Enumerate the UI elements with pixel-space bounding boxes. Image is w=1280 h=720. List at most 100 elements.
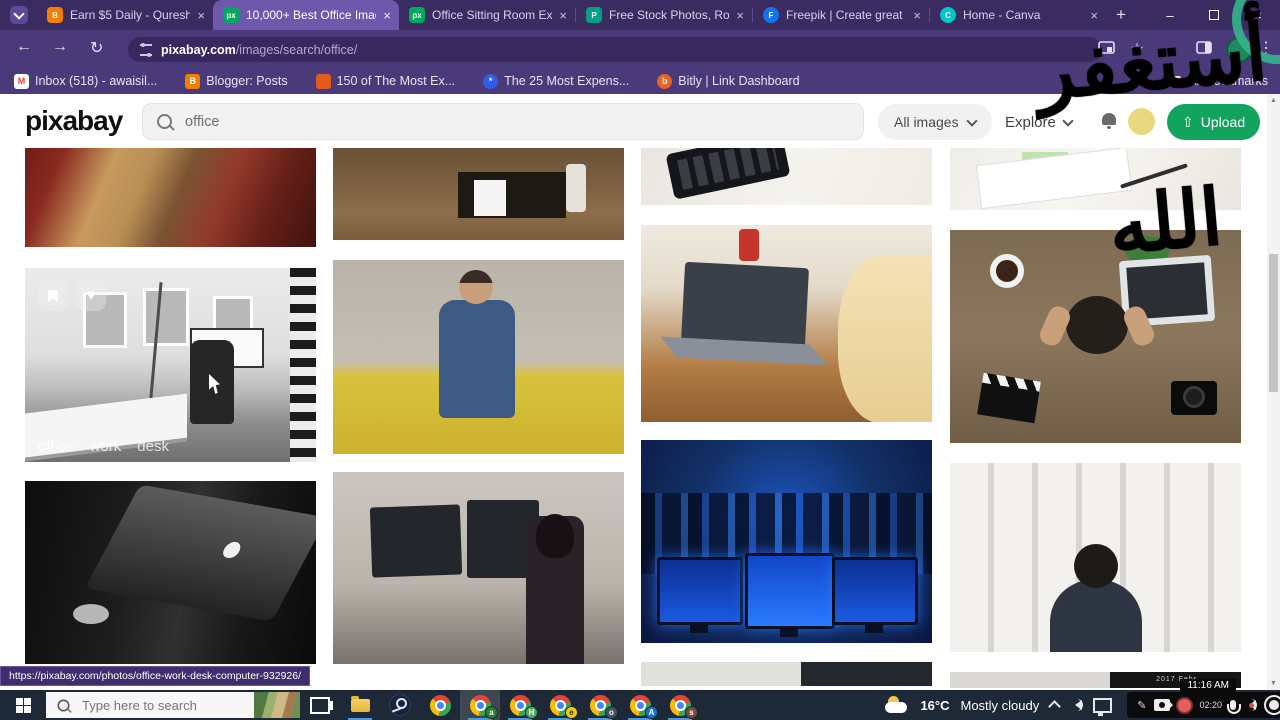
- file-explorer-button[interactable]: [340, 690, 380, 720]
- all-bookmarks-button[interactable]: All Bookmarks: [1166, 68, 1268, 94]
- bookmark-150-most[interactable]: 150 of The Most Ex...: [316, 74, 456, 89]
- webcam-icon[interactable]: [1264, 695, 1280, 715]
- tab-overflow-button[interactable]: [10, 6, 28, 24]
- bookmark-label: 150 of The Most Ex...: [337, 74, 456, 88]
- network-icon[interactable]: [1093, 698, 1112, 713]
- add-to-collection-button[interactable]: [38, 281, 68, 311]
- side-panel-icon[interactable]: [1196, 41, 1212, 54]
- bookmarks-folder-icon: [1166, 76, 1181, 86]
- chrome-profile-e-button[interactable]: e: [540, 690, 580, 720]
- close-tab-icon[interactable]: ×: [559, 8, 567, 23]
- back-button[interactable]: ←: [16, 38, 32, 56]
- search-input[interactable]: [183, 113, 787, 131]
- image-result-woman-dual-monitors[interactable]: [333, 472, 624, 664]
- reload-button[interactable]: ↻: [90, 38, 103, 58]
- tab-media-icon[interactable]: [1098, 41, 1115, 55]
- url-path: /images/search/office/: [236, 43, 357, 57]
- tag-work[interactable]: work: [90, 438, 122, 455]
- tab-blogger[interactable]: B Earn $5 Daily - Qureshi Hubs ×: [37, 0, 213, 30]
- image-result-woman-laptop-table[interactable]: [641, 225, 932, 422]
- forward-button[interactable]: →: [52, 38, 68, 56]
- tab-pexels[interactable]: P Free Stock Photos, Royalty F ×: [576, 0, 752, 30]
- steam-button[interactable]: [380, 690, 420, 720]
- image-result-documents-pen[interactable]: [950, 148, 1241, 210]
- close-tab-icon[interactable]: ×: [1090, 8, 1098, 23]
- chrome-profile-o-button[interactable]: o: [580, 690, 620, 720]
- scroll-down-arrow[interactable]: ▼: [1267, 680, 1280, 687]
- chrome-profile-A-button[interactable]: A: [620, 690, 660, 720]
- image-result-office-work-desk[interactable]: ♥ office work desk: [25, 268, 316, 462]
- user-avatar[interactable]: [1128, 108, 1155, 135]
- page-scrollbar[interactable]: ▲ ▼: [1267, 94, 1280, 690]
- new-tab-button[interactable]: +: [1116, 5, 1126, 25]
- image-result-macbook-dark[interactable]: [25, 481, 316, 664]
- image-result-vintage-red-desk[interactable]: [25, 148, 316, 247]
- pixabay-favicon: px: [223, 7, 239, 23]
- chrome-profile-a-button[interactable]: a: [460, 690, 500, 720]
- tab-canva[interactable]: C Home - Canva ×: [930, 0, 1106, 30]
- profile-avatar[interactable]: [1226, 37, 1252, 63]
- pixabay-logo[interactable]: pixabay: [25, 105, 122, 137]
- taskbar-search-box[interactable]: [46, 692, 300, 718]
- chrome-button[interactable]: [420, 690, 460, 720]
- system-audio-icon[interactable]: [1244, 700, 1256, 710]
- chrome-icon: [430, 695, 451, 716]
- bookmark-bitly[interactable]: b Bitly | Link Dashboard: [657, 74, 799, 89]
- site-search-bar[interactable]: [142, 103, 864, 140]
- annotate-pen-icon[interactable]: ✎: [1137, 699, 1146, 712]
- minimize-button[interactable]: –: [1148, 8, 1192, 23]
- record-button[interactable]: [1178, 699, 1191, 712]
- image-result-man-yellow-sofa[interactable]: [333, 260, 624, 454]
- image-result-calculator-notes[interactable]: [641, 148, 932, 205]
- microphone-icon[interactable]: [1230, 700, 1236, 710]
- screenshot-camera-icon[interactable]: [1154, 699, 1170, 711]
- tab-pixabay-active[interactable]: px 10,000+ Best Office Images ×: [213, 0, 399, 30]
- image-result-stressed-man-desk[interactable]: [950, 230, 1241, 443]
- tray-expand-icon[interactable]: [1048, 700, 1061, 713]
- bookmark-star-icon[interactable]: ☆: [1130, 39, 1144, 59]
- freepik-favicon: F: [763, 7, 779, 23]
- bookmark-25-most[interactable]: * The 25 Most Expens...: [483, 74, 629, 89]
- close-tab-icon[interactable]: ×: [736, 8, 744, 23]
- weather-icon[interactable]: [885, 697, 909, 713]
- bookmarks-bar: M Inbox (518) - awaisil... B Blogger: Po…: [0, 68, 1280, 94]
- chevron-down-icon: [13, 8, 24, 19]
- image-result-cropped-bottom[interactable]: [641, 662, 932, 686]
- close-tab-icon[interactable]: ×: [383, 8, 391, 23]
- taskbar-search-input[interactable]: [80, 697, 224, 714]
- upload-button[interactable]: ⇧ Upload: [1167, 104, 1260, 140]
- address-bar[interactable]: pixabay.com/images/search/office/: [128, 37, 1102, 62]
- tab-label: Home - Canva: [963, 8, 1083, 22]
- volume-icon[interactable]: [1070, 700, 1082, 710]
- bookmark-gmail[interactable]: M Inbox (518) - awaisil...: [14, 74, 157, 89]
- start-button[interactable]: [0, 690, 46, 720]
- image-result-man-wall-sketches[interactable]: [950, 463, 1241, 652]
- close-tab-icon[interactable]: ×: [913, 8, 921, 23]
- bookmark-blogger[interactable]: B Blogger: Posts: [185, 74, 287, 89]
- task-view-button[interactable]: [300, 690, 340, 720]
- maximize-button[interactable]: [1192, 8, 1236, 23]
- weather-temp[interactable]: 16°C: [920, 698, 949, 713]
- scrollbar-thumb[interactable]: [1269, 254, 1278, 392]
- menu-dots-icon[interactable]: ⋮: [1258, 38, 1274, 58]
- taskbar-clock[interactable]: 11:16 AM: [1180, 679, 1236, 692]
- tab-pixabay-2[interactable]: px Office Sitting Room Executiv ×: [399, 0, 575, 30]
- scroll-up-arrow[interactable]: ▲: [1267, 97, 1280, 104]
- status-bar-link: https://pixabay.com/photos/office-work-d…: [0, 666, 310, 686]
- chrome-profile-h-button[interactable]: H: [500, 690, 540, 720]
- site-info-icon[interactable]: [140, 44, 152, 56]
- like-button[interactable]: ♥: [76, 281, 106, 311]
- image-result-lego-office[interactable]: [333, 148, 624, 240]
- notifications-bell-icon[interactable]: [1102, 113, 1116, 125]
- chrome-profile-s-button[interactable]: s: [660, 690, 700, 720]
- media-type-dropdown[interactable]: All images: [878, 104, 992, 140]
- weather-condition[interactable]: Mostly cloudy: [961, 698, 1040, 713]
- tag-office[interactable]: office: [38, 438, 74, 455]
- explore-menu[interactable]: Explore: [1005, 104, 1072, 140]
- tag-desk[interactable]: desk: [137, 438, 169, 455]
- image-result-digital-monitors-city[interactable]: [641, 440, 932, 643]
- close-tab-icon[interactable]: ×: [197, 8, 205, 23]
- tab-freepik[interactable]: F Freepik | Create great design ×: [753, 0, 929, 30]
- recording-timer: 02:20: [1199, 700, 1222, 710]
- close-window-button[interactable]: ×: [1236, 8, 1280, 23]
